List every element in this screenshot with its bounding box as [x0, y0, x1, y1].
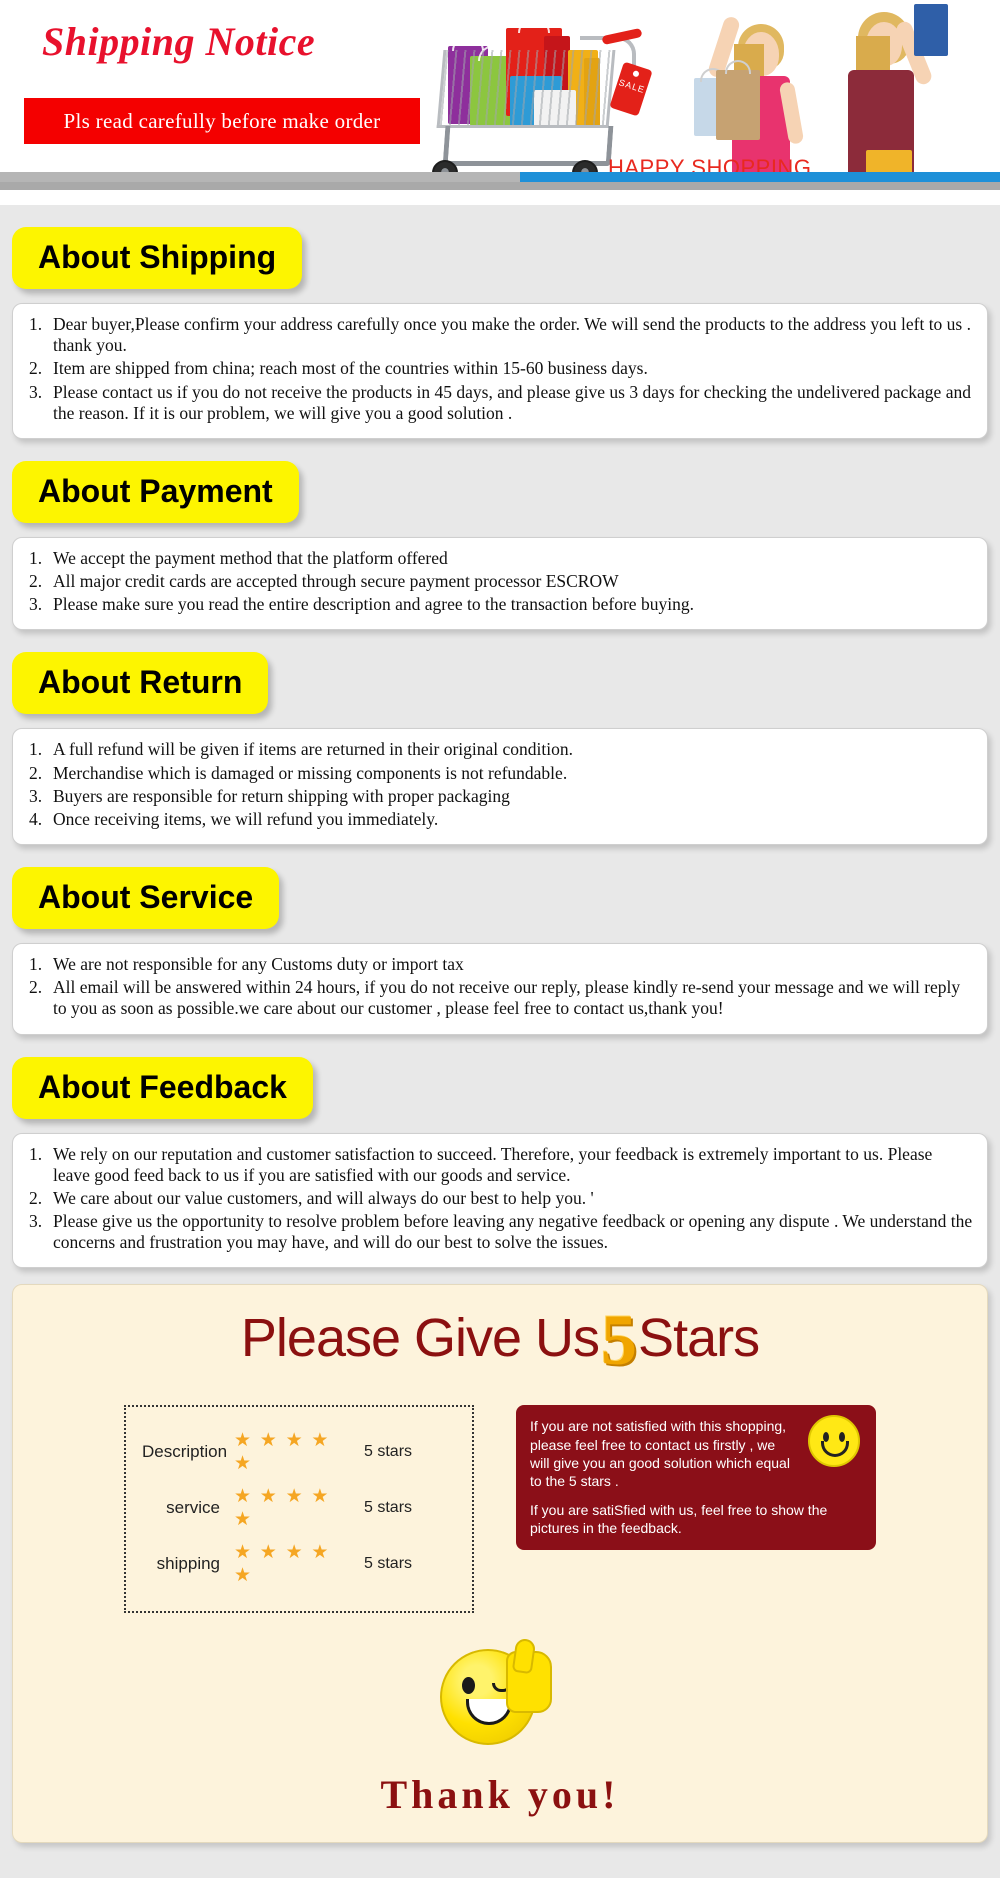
read-carefully-text: Pls read carefully before make order	[63, 108, 381, 133]
list-item: A full refund will be given if items are…	[29, 739, 574, 760]
list-item: All major credit cards are accepted thro…	[29, 571, 619, 592]
section-about-return: About Return A full refund will be given…	[0, 630, 1000, 846]
headline-before-text: Please Give Us	[240, 1308, 600, 1369]
five-stars-icon: ★ ★ ★ ★ ★	[234, 1486, 331, 1531]
rating-table: Description ★ ★ ★ ★ ★ 5 stars service ★ …	[124, 1405, 474, 1614]
list-item: Item are shipped from china; reach most …	[29, 358, 648, 379]
shopping-cart-illustration: SALE	[420, 10, 653, 195]
section-about-shipping: About Shipping Dear buyer,Please confirm…	[0, 205, 1000, 439]
section-card-payment: We accept the payment method that the pl…	[12, 536, 988, 631]
list-item: We care about our value customers, and w…	[29, 1187, 594, 1209]
rating-request-panel: Please Give Us5Stars Description ★ ★ ★ ★…	[12, 1284, 988, 1844]
list-item: We accept the payment method that the pl…	[29, 547, 448, 569]
section-title-service: About Service	[12, 867, 280, 930]
header-bottom-bar	[0, 182, 1000, 190]
message-line-2: If you are satiSfied with us, feel free …	[530, 1501, 828, 1537]
list-item: All email will be answered within 24 hou…	[29, 977, 961, 1019]
list-item: Merchandise which is damaged or missing …	[29, 762, 568, 784]
thank-you-text: Thank you!	[380, 1772, 620, 1818]
section-card-service: We are not responsible for any Customs d…	[12, 943, 988, 1035]
shipping-notice-page: Shipping Notice Pls read carefully befor…	[0, 0, 1000, 1878]
headline-after-text: Stars	[638, 1308, 760, 1369]
rating-row: Description ★ ★ ★ ★ ★ 5 stars service ★ …	[13, 1405, 987, 1614]
list-item: Once receiving items, we will refund you…	[29, 808, 439, 830]
list-item: Please make sure you read the entire des…	[29, 594, 694, 615]
section-card-feedback: We rely on our reputation and customer s…	[12, 1132, 988, 1269]
headline-five-digit: 5	[601, 1300, 637, 1381]
section-about-feedback: About Feedback We rely on our reputation…	[0, 1035, 1000, 1269]
list-item: Buyers are responsible for return shippi…	[29, 785, 510, 807]
page-header: Shipping Notice Pls read carefully befor…	[0, 0, 1000, 205]
section-title-shipping: About Shipping	[12, 227, 303, 289]
smiley-face-icon	[808, 1415, 860, 1468]
rating-label: shipping	[156, 1554, 220, 1574]
rating-value: 5 stars	[364, 1555, 413, 1573]
header-rule-gray	[0, 172, 520, 182]
thumbs-up-smiley-wrap	[13, 1637, 987, 1753]
rating-label: Description	[142, 1442, 228, 1462]
rating-row-shipping: shipping ★ ★ ★ ★ ★ 5 stars	[142, 1541, 452, 1587]
rating-label: service	[166, 1498, 220, 1518]
winking-thumbs-up-icon	[440, 1637, 560, 1753]
section-card-shipping: Dear buyer,Please confirm your address c…	[12, 303, 988, 439]
rating-value: 5 stars	[364, 1443, 413, 1461]
section-title-feedback: About Feedback	[12, 1056, 313, 1119]
satisfaction-message-box: If you are not satisfied with this shopp…	[516, 1405, 876, 1550]
page-title: Shipping Notice	[42, 19, 316, 64]
header-rule-blue	[520, 172, 1000, 182]
section-title-payment: About Payment	[12, 460, 299, 523]
rating-value: 5 stars	[364, 1499, 413, 1517]
section-card-return: A full refund will be given if items are…	[12, 728, 988, 846]
list-item: Please contact us if you do not receive …	[29, 381, 971, 423]
section-title-return: About Return	[12, 652, 269, 715]
rating-row-description: Description ★ ★ ★ ★ ★ 5 stars	[142, 1429, 452, 1475]
section-about-payment: About Payment We accept the payment meth…	[0, 439, 1000, 631]
read-carefully-banner: Pls read carefully before make order	[24, 98, 420, 144]
give-us-five-stars-headline: Please Give Us5Stars	[13, 1303, 987, 1379]
list-item: Please give us the opportunity to resolv…	[29, 1211, 973, 1253]
five-stars-icon: ★ ★ ★ ★ ★	[234, 1430, 331, 1475]
rating-row-service: service ★ ★ ★ ★ ★ 5 stars	[142, 1485, 452, 1531]
list-item: Dear buyer,Please confirm your address c…	[29, 314, 971, 356]
five-stars-icon: ★ ★ ★ ★ ★	[234, 1542, 331, 1587]
list-item: We are not responsible for any Customs d…	[29, 954, 464, 975]
list-item: We rely on our reputation and customer s…	[29, 1143, 933, 1185]
section-about-service: About Service We are not responsible for…	[0, 845, 1000, 1035]
